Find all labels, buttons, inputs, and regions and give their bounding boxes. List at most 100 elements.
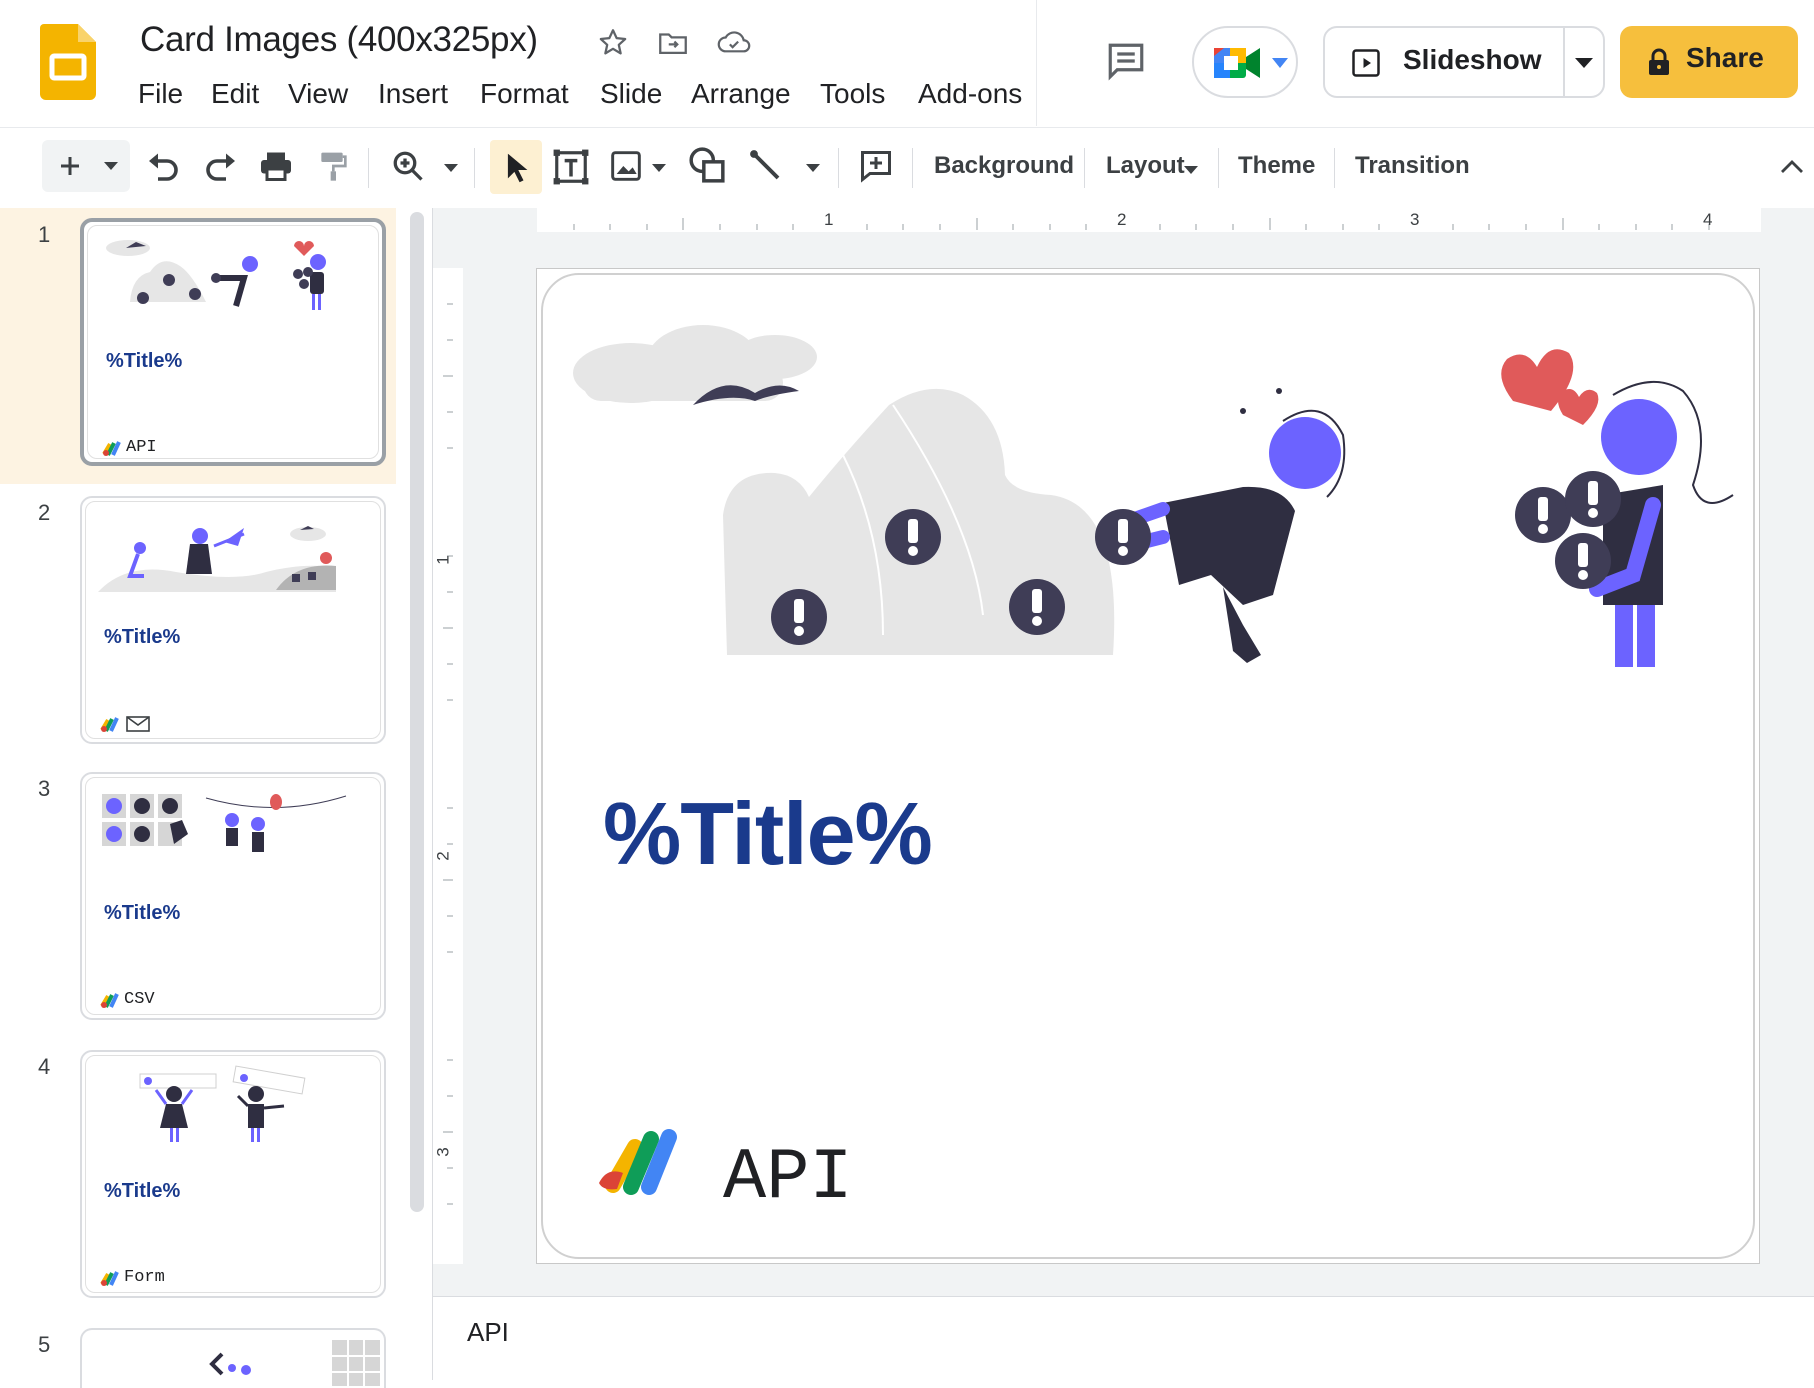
slides-logo-icon[interactable] (40, 24, 96, 100)
illustration-thumb-1 (106, 240, 326, 310)
cloud-saved-icon[interactable] (716, 26, 752, 60)
hearts-shape (1501, 349, 1599, 425)
thumbnail-title: %Title% (104, 626, 181, 648)
menu-arrange[interactable]: Arrange (691, 78, 791, 110)
ruler-label: 2 (1117, 210, 1127, 229)
ruler-label: 3 (1410, 210, 1420, 229)
slideshow-label: Slideshow (1403, 44, 1542, 75)
thumbnail-title: %Title% (104, 902, 181, 924)
slideshow-divider (1563, 28, 1565, 96)
star-icon[interactable] (596, 26, 630, 60)
menu-slide[interactable]: Slide (600, 78, 662, 110)
toolbar-separator (1334, 148, 1335, 188)
ruler-ticks (573, 218, 1710, 230)
toolbar-separator (838, 148, 839, 188)
filmstrip[interactable]: 1 %Title% API 2 %Title% 3 %Title% CSV 4 … (0, 208, 433, 1388)
toolbar-separator (474, 148, 475, 188)
thumbnail-frame: %Title% CSV (85, 777, 381, 1015)
apps-script-logo-icon (102, 441, 121, 456)
apps-script-logo-icon[interactable] (595, 1127, 681, 1197)
slideshow-options-chevron-icon[interactable] (1575, 58, 1593, 68)
speaker-notes[interactable]: API (433, 1296, 1814, 1381)
chevron-down-icon (104, 162, 118, 170)
comments-icon[interactable] (1104, 40, 1148, 82)
person-pushing-shape (1095, 388, 1346, 663)
thumbnail-footer: CSV (124, 990, 155, 1009)
horizontal-ruler[interactable]: 1 2 3 4 (537, 208, 1761, 232)
slide-thumbnail-1[interactable]: %Title% API (80, 218, 386, 466)
menu-add-ons[interactable]: Add-ons (918, 78, 1022, 110)
lock-icon (1649, 48, 1669, 75)
slide-thumbnail-5[interactable] (80, 1328, 386, 1388)
text-box-icon[interactable] (552, 148, 590, 186)
layout-button[interactable]: Layout (1106, 152, 1185, 180)
menu-file[interactable]: File (138, 78, 183, 110)
menu-format[interactable]: Format (480, 78, 569, 110)
menu-insert[interactable]: Insert (378, 78, 448, 110)
plus-icon (61, 157, 79, 175)
paint-format-icon[interactable] (316, 148, 348, 184)
share-button[interactable]: Share (1620, 26, 1798, 98)
share-label: Share (1686, 42, 1764, 73)
toolbar-separator (1084, 148, 1085, 188)
slide-thumbnail-4[interactable]: %Title% Form (80, 1050, 386, 1298)
ruler-label: 1 (824, 210, 834, 229)
slide-number: 5 (38, 1332, 51, 1357)
layout-chevron-icon[interactable] (1184, 166, 1198, 174)
collapse-toolbar-icon[interactable] (1780, 158, 1804, 174)
slide-title-text[interactable]: %Title% (603, 783, 933, 885)
slide-number: 4 (38, 1054, 51, 1079)
theme-button[interactable]: Theme (1238, 152, 1315, 180)
thumbnail-title: %Title% (104, 1180, 181, 1202)
illustration-thumb-2 (98, 526, 336, 592)
menu-edit[interactable]: Edit (211, 78, 259, 110)
ruler-label: 3 (433, 1147, 453, 1157)
image-icon[interactable] (610, 150, 642, 182)
slideshow-button-group[interactable]: Slideshow (1323, 26, 1605, 98)
thumbnail-title: %Title% (106, 350, 183, 372)
vertical-ruler[interactable]: 1 2 3 (433, 268, 463, 1264)
chevron-down-icon (1272, 58, 1288, 68)
slide-card-frame: %Title% API (541, 273, 1755, 1259)
person-standing-shape (1515, 380, 1734, 667)
thumbnail-frame: %Title% API (87, 225, 379, 459)
meet-button[interactable] (1192, 26, 1298, 98)
add-comment-icon[interactable] (858, 148, 894, 184)
select-tool-button[interactable] (490, 140, 542, 194)
image-chevron-icon[interactable] (652, 164, 666, 172)
toolbar-separator (368, 148, 369, 188)
slide-number: 1 (38, 222, 51, 247)
slide-thumbnail-2[interactable]: %Title% (80, 496, 386, 744)
slide-illustration[interactable] (543, 275, 1755, 695)
header-divider (1036, 0, 1037, 126)
current-slide[interactable]: %Title% API (536, 268, 1760, 1264)
toolbar-separator (1218, 148, 1219, 188)
thumbnail-footer: API (126, 438, 157, 457)
document-title[interactable]: Card Images (400x325px) (140, 20, 538, 60)
meet-icon (1214, 48, 1260, 78)
thumbnail-frame: %Title% (85, 501, 381, 739)
speaker-notes-text[interactable]: API (467, 1317, 509, 1348)
thumbnail-frame: %Title% Form (85, 1055, 381, 1293)
zoom-icon[interactable] (390, 148, 426, 184)
redo-icon[interactable] (202, 152, 238, 182)
transition-button[interactable]: Transition (1355, 152, 1470, 180)
new-slide-button[interactable] (42, 140, 130, 192)
zoom-chevron-icon[interactable] (444, 164, 458, 172)
move-to-folder-icon[interactable] (656, 26, 690, 60)
menu-tools[interactable]: Tools (820, 78, 885, 110)
ruler-label: 2 (433, 851, 453, 861)
app-header: Card Images (400x325px) File Edit View I… (0, 0, 1814, 126)
print-icon[interactable] (258, 148, 294, 184)
background-button[interactable]: Background (934, 152, 1074, 180)
illustration-thumb-4 (139, 1065, 306, 1142)
menu-view[interactable]: View (288, 78, 348, 110)
thumbnail-footer: Form (124, 1268, 165, 1287)
slide-footer-text[interactable]: API (723, 1137, 853, 1219)
filmstrip-scrollbar[interactable] (410, 212, 424, 1212)
undo-icon[interactable] (146, 152, 182, 182)
slide-thumbnail-3[interactable]: %Title% CSV (80, 772, 386, 1020)
shape-icon[interactable] (688, 146, 726, 184)
line-chevron-icon[interactable] (806, 164, 820, 172)
line-icon[interactable] (748, 148, 784, 184)
